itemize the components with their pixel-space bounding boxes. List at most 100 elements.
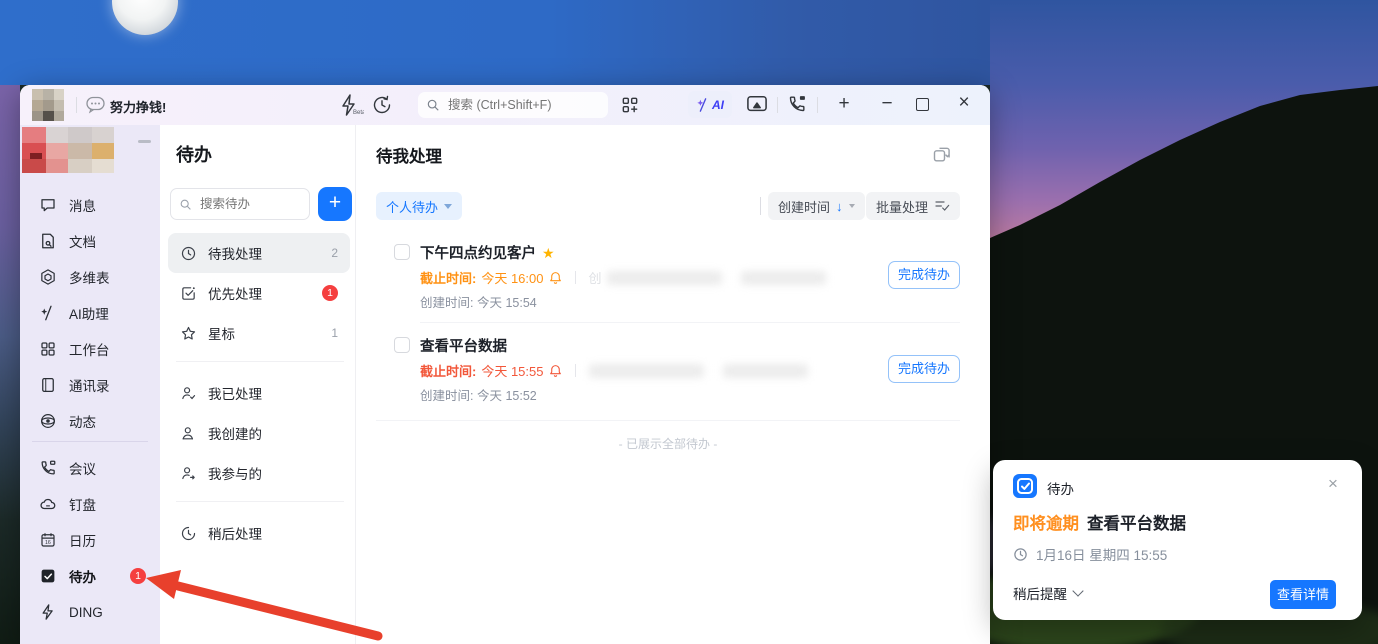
- blurred-creator-info: [607, 271, 722, 285]
- todo-item-checkbox[interactable]: [394, 337, 410, 353]
- document-icon: [39, 232, 57, 250]
- todo-item-deadline-row: 截止时间: 今天 16:00 创: [420, 268, 826, 287]
- status-bubble-icon[interactable]: [86, 96, 106, 114]
- screencast-icon[interactable]: [746, 94, 768, 114]
- status-text[interactable]: 努力挣钱!: [110, 97, 166, 116]
- todo-app-icon: [1013, 474, 1037, 498]
- view-details-button[interactable]: 查看详情: [1270, 580, 1336, 609]
- item-divider: [420, 322, 960, 323]
- todo-filter-priority[interactable]: 优先处理 1: [168, 273, 350, 313]
- feed-icon: [39, 412, 57, 430]
- todo-filter-participated[interactable]: 我参与的: [168, 453, 350, 493]
- todo-item-title[interactable]: 查看平台数据: [420, 339, 507, 355]
- search-icon: [179, 198, 192, 211]
- filter-pill-label: 个人待办: [386, 197, 438, 216]
- deadline-value: 今天 16:00: [481, 268, 543, 287]
- bell-icon: [549, 271, 562, 285]
- toast-time-row: 1月16日 星期四 15:55: [1013, 544, 1167, 564]
- sidebar-item-multitable[interactable]: 多维表: [20, 259, 160, 295]
- blurred-creator-info: [741, 271, 826, 285]
- clock-later-icon: [180, 525, 197, 542]
- created-label: 创建时间:: [420, 389, 473, 403]
- view-switch-icon[interactable]: [932, 145, 952, 165]
- sidebar-item-docs[interactable]: 文档: [20, 223, 160, 259]
- panel-divider: [176, 361, 344, 362]
- todo-item-title-row[interactable]: 查看平台数据: [420, 335, 507, 356]
- profile-blurred[interactable]: [22, 127, 114, 173]
- sidebar-item-todo[interactable]: 待办 1: [20, 558, 160, 594]
- todo-item-title-row[interactable]: 下午四点约见客户 ★: [420, 242, 555, 263]
- complete-todo-button[interactable]: 完成待办: [888, 261, 960, 289]
- lightning-icon: [39, 603, 57, 621]
- page-title: 待我处理: [376, 143, 442, 167]
- todo-item-title[interactable]: 下午四点约见客户: [420, 246, 536, 262]
- sidebar-item-drive[interactable]: 钉盘: [20, 486, 160, 522]
- search-icon: [426, 98, 440, 112]
- sidebar-divider: [32, 441, 148, 442]
- sidebar-item-ai-assistant[interactable]: AI助理: [20, 295, 160, 331]
- sidebar-item-label: DING: [69, 605, 103, 620]
- todo-item-checkbox[interactable]: [394, 244, 410, 260]
- titlebar-separator: [76, 97, 77, 113]
- priority-check-icon: [180, 285, 197, 302]
- close-button[interactable]: ×: [952, 90, 976, 116]
- sidebar-item-meetings[interactable]: 会议: [20, 450, 160, 486]
- sidebar-item-calendar[interactable]: 16 日历: [20, 522, 160, 558]
- toast-time: 1月16日 星期四 15:55: [1036, 544, 1167, 564]
- collapse-handle[interactable]: [138, 140, 151, 143]
- add-todo-button[interactable]: +: [318, 187, 352, 221]
- sort-by-created-button[interactable]: 创建时间 ↓: [768, 192, 865, 220]
- sidebar-item-label: 会议: [69, 458, 96, 478]
- todo-filter-pending[interactable]: 待我处理 2: [168, 233, 350, 273]
- sidebar-item-workbench[interactable]: 工作台: [20, 331, 160, 367]
- star-icon[interactable]: ★: [542, 245, 555, 261]
- todo-filter-created[interactable]: 我创建的: [168, 413, 350, 453]
- chevron-down-icon: [1072, 585, 1083, 596]
- checklist-icon: [934, 199, 950, 213]
- desktop: 努力挣钱! Beta AI + − ×: [0, 0, 1378, 644]
- history-icon[interactable]: [372, 95, 392, 115]
- chevron-down-icon: [849, 204, 855, 208]
- filter-count: 1: [331, 326, 338, 340]
- star-icon: [180, 325, 197, 342]
- ai-assistant-button[interactable]: AI: [688, 91, 732, 118]
- todo-filter-starred[interactable]: 星标 1: [168, 313, 350, 353]
- remind-later-button[interactable]: 稍后提醒: [1013, 583, 1082, 603]
- call-icon[interactable]: [786, 94, 808, 114]
- flash-notes-beta-icon[interactable]: Beta: [338, 93, 364, 117]
- ai-sparkle-icon: [39, 304, 57, 322]
- todo-reminder-toast[interactable]: 待办 × 即将逾期 查看平台数据 1月16日 星期四 15:55 稍后提醒 查看…: [993, 460, 1362, 620]
- filter-label: 我已处理: [208, 383, 338, 403]
- app-grid-icon[interactable]: [620, 95, 640, 115]
- chat-icon: [39, 196, 57, 214]
- todo-search[interactable]: [170, 188, 310, 220]
- close-icon[interactable]: ×: [1321, 472, 1345, 496]
- personal-todo-filter[interactable]: 个人待办: [376, 192, 462, 220]
- contacts-icon: [39, 376, 57, 394]
- deadline-label: 截止时间:: [420, 268, 476, 287]
- sort-label: 创建时间: [778, 197, 830, 216]
- minimize-button[interactable]: −: [876, 91, 898, 117]
- sidebar-item-contacts[interactable]: 通讯录: [20, 367, 160, 403]
- toast-status-badge: 即将逾期: [1013, 510, 1079, 534]
- meeting-phone-icon: [39, 459, 57, 477]
- todo-filter-handled[interactable]: 我已处理: [168, 373, 350, 413]
- sidebar-item-label: 钉盘: [69, 494, 96, 514]
- complete-todo-button[interactable]: 完成待办: [888, 355, 960, 383]
- global-search[interactable]: [418, 92, 608, 118]
- search-input[interactable]: [446, 97, 600, 113]
- blurred-creator-info: [589, 364, 704, 378]
- batch-process-button[interactable]: 批量处理: [866, 192, 960, 220]
- sidebar-item-ding[interactable]: DING: [20, 594, 160, 630]
- dingtalk-window: 努力挣钱! Beta AI + − ×: [20, 85, 990, 644]
- maximize-button[interactable]: [916, 98, 929, 111]
- sidebar-item-label: 待办: [69, 566, 96, 586]
- todo-filter-later[interactable]: 稍后处理: [168, 513, 350, 553]
- titlebar-separator: [777, 97, 778, 113]
- todo-search-input[interactable]: [198, 196, 297, 212]
- add-icon[interactable]: +: [832, 91, 856, 117]
- sidebar-item-label: 日历: [69, 530, 96, 550]
- user-avatar-blurred[interactable]: [32, 89, 64, 121]
- sidebar-item-feed[interactable]: 动态: [20, 403, 160, 439]
- sidebar-item-messages[interactable]: 消息: [20, 187, 160, 223]
